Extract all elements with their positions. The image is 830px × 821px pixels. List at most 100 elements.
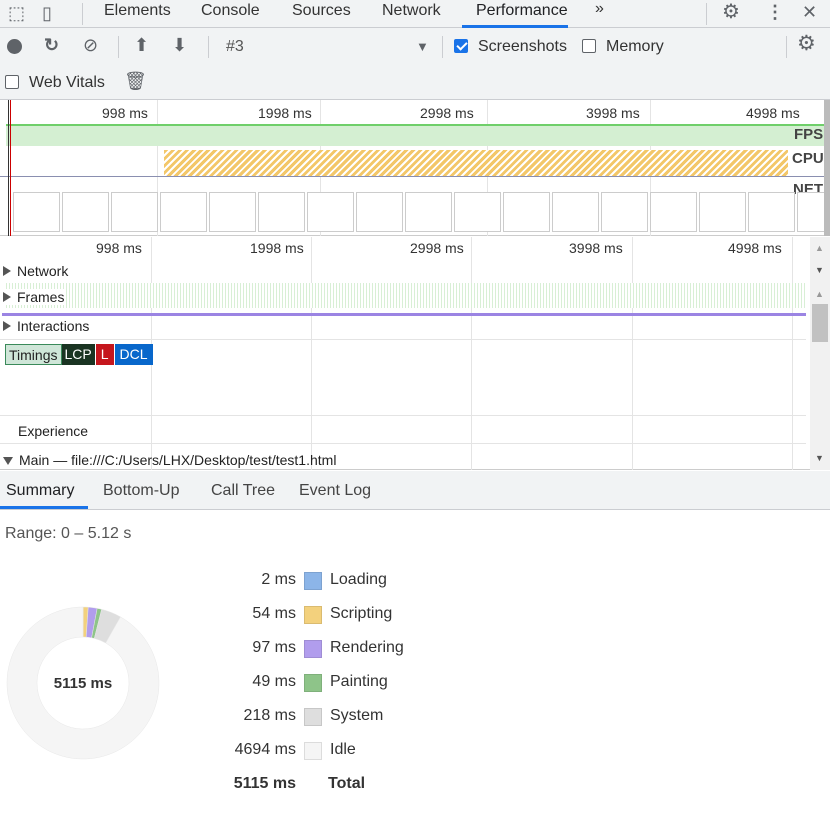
tab-performance[interactable]: Performance	[476, 2, 568, 20]
tab-call-tree[interactable]: Call Tree	[211, 482, 275, 500]
dropdown-arrow-icon: ▼	[416, 39, 429, 54]
summary-label: Loading	[330, 571, 387, 588]
screenshots-label: Screenshots	[478, 38, 567, 55]
track-label: Network	[17, 263, 69, 279]
scrollbar-thumb[interactable]	[812, 304, 828, 342]
download-profile-icon[interactable]: ⬇	[172, 36, 187, 54]
close-icon[interactable]: ✕	[802, 3, 817, 21]
reload-record-icon[interactable]: ↻	[44, 36, 59, 54]
scroll-down-icon[interactable]: ▼	[815, 265, 824, 275]
more-tabs-button[interactable]: »	[595, 0, 604, 18]
screenshot-thumbnail	[356, 192, 403, 232]
screenshot-thumbnail	[454, 192, 501, 232]
tab-summary[interactable]: Summary	[6, 482, 74, 500]
screenshot-thumbnail	[209, 192, 256, 232]
clear-icon[interactable]: ⊘	[83, 36, 98, 54]
selection-handle-right[interactable]	[824, 100, 830, 236]
settings-gear-icon[interactable]: ⚙	[722, 2, 740, 22]
screenshot-thumbnail	[111, 192, 158, 232]
vertical-scrollbar[interactable]: ▲ ▼ ▲ ▼	[810, 237, 830, 470]
range-text: Range: 0 – 5.12 s	[5, 525, 132, 542]
summary-label: Scripting	[330, 605, 393, 622]
overview-tick: 4998 ms	[746, 105, 800, 121]
track-label: Interactions	[17, 318, 90, 334]
screenshot-thumbnail	[699, 192, 746, 232]
tab-sources[interactable]: Sources	[292, 2, 351, 20]
web-vitals-label: Web Vitals	[29, 74, 105, 91]
recording-select-value: #3	[226, 38, 244, 55]
total-value: 5115 ms	[233, 775, 296, 792]
tab-bottom-up[interactable]: Bottom-Up	[103, 482, 179, 500]
performance-toolbar: ↻ ⊘ ⬆ ⬇ #3 ▼ Screenshots Memory ⚙	[0, 28, 830, 65]
summary-value: 4694 ms	[234, 741, 296, 758]
overview-tick: 2998 ms	[420, 105, 474, 121]
summary-value: 54 ms	[252, 605, 296, 622]
upload-profile-icon[interactable]: ⬆	[134, 36, 149, 54]
frames-line	[2, 313, 806, 316]
screenshot-thumbnail	[748, 192, 795, 232]
summary-value: 49 ms	[252, 673, 296, 690]
expand-triangle-icon	[3, 321, 11, 331]
load-marker[interactable]: L	[95, 344, 114, 365]
divider	[118, 36, 119, 58]
track-label: Main — file:///C:/Users/LHX/Desktop/test…	[19, 452, 337, 468]
timings-row: Timings LCP L DCL	[5, 344, 153, 365]
track-label: Frames	[17, 289, 65, 305]
cursor-marker	[10, 100, 11, 236]
track-interactions[interactable]: Interactions	[3, 318, 89, 334]
memory-checkbox[interactable]	[582, 39, 596, 53]
frames-chart	[6, 283, 806, 308]
tab-event-log[interactable]: Event Log	[299, 482, 371, 500]
scroll-up-icon[interactable]: ▲	[815, 243, 824, 253]
timeline-tick: 3998 ms	[569, 240, 623, 256]
recording-select[interactable]: #3 ▼	[216, 34, 438, 58]
scroll-up-icon[interactable]: ▲	[815, 289, 824, 299]
overview-tick: 1998 ms	[258, 105, 312, 121]
divider	[786, 36, 787, 58]
capture-settings-icon[interactable]: ⚙	[797, 33, 816, 54]
dcl-marker[interactable]: DCL	[114, 344, 153, 365]
screenshot-thumbnail	[258, 192, 305, 232]
track-experience[interactable]: Experience	[18, 423, 88, 439]
more-options-icon[interactable]: ⋮	[766, 3, 784, 21]
devtools-tabbar: ⬚ ▯ Elements Console Sources Network Per…	[0, 0, 830, 28]
trash-icon[interactable]: 🗑	[124, 72, 147, 90]
lcp-marker[interactable]: LCP	[61, 344, 95, 365]
inspect-element-icon[interactable]: ⬚	[8, 4, 25, 22]
legend-swatch	[304, 708, 322, 726]
timeline-tick: 1998 ms	[250, 240, 304, 256]
web-vitals-checkbox[interactable]	[5, 75, 19, 89]
tab-elements[interactable]: Elements	[104, 2, 171, 20]
screenshot-thumbnail	[503, 192, 550, 232]
summary-value: 97 ms	[252, 639, 296, 656]
summary-label: System	[330, 707, 384, 724]
timeline-overview[interactable]: 998 ms 1998 ms 2998 ms 3998 ms 4998 ms F…	[0, 100, 830, 236]
device-toolbar-icon[interactable]: ▯	[42, 4, 52, 22]
selection-handle-left[interactable]	[8, 100, 9, 236]
summary-label: Idle	[330, 741, 356, 758]
screenshot-thumbnail	[307, 192, 354, 232]
screenshot-thumbnail	[405, 192, 452, 232]
track-network[interactable]: Network	[3, 263, 68, 279]
timeline-tick: 4998 ms	[728, 240, 782, 256]
track-main[interactable]: Main — file:///C:/Users/LHX/Desktop/test…	[3, 452, 336, 468]
timeline-tick: 2998 ms	[410, 240, 464, 256]
divider	[706, 3, 707, 25]
summary-label: Rendering	[330, 639, 404, 656]
divider	[82, 3, 83, 25]
tab-console[interactable]: Console	[201, 2, 260, 20]
track-frames[interactable]: Frames	[3, 289, 65, 305]
track-timings[interactable]: Timings	[5, 344, 62, 365]
timeline-tick: 998 ms	[96, 240, 142, 256]
screenshot-thumbnail	[62, 192, 109, 232]
summary-value: 2 ms	[261, 571, 296, 588]
screenshots-checkbox[interactable]	[454, 39, 468, 53]
screenshot-thumbnail	[13, 192, 60, 232]
scroll-down-icon[interactable]: ▼	[815, 453, 824, 463]
screenshots-strip	[0, 192, 830, 234]
timeline-tracks[interactable]: 998 ms 1998 ms 2998 ms 3998 ms 4998 ms N…	[0, 237, 830, 470]
summary-value: 218 ms	[243, 707, 296, 724]
record-button[interactable]	[7, 39, 22, 54]
tab-network[interactable]: Network	[382, 2, 441, 20]
screenshot-thumbnail	[552, 192, 599, 232]
